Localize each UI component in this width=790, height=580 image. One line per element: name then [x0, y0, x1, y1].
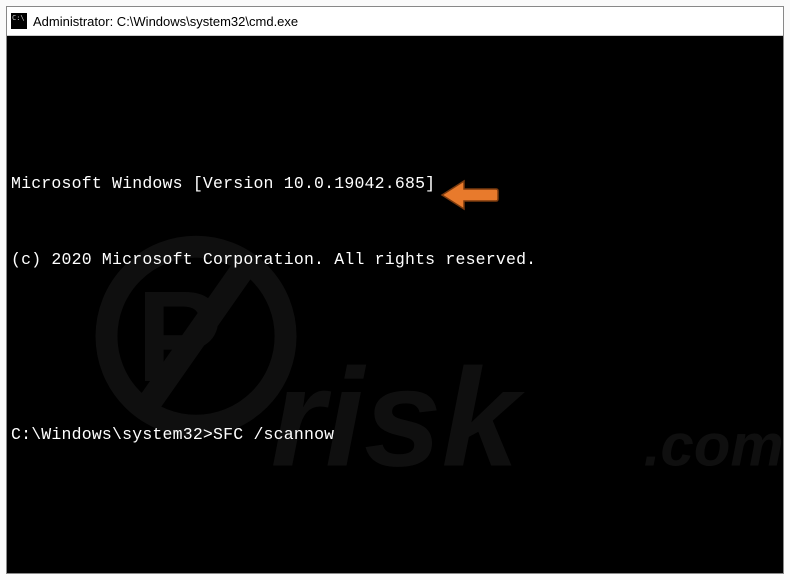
blank-line — [11, 322, 779, 347]
cmd-window: Administrator: C:\Windows\system32\cmd.e… — [6, 6, 784, 574]
typed-command: SFC /scannow — [213, 422, 334, 447]
terminal-line-version: Microsoft Windows [Version 10.0.19042.68… — [11, 171, 779, 196]
prompt-path: C:\Windows\system32> — [11, 422, 213, 447]
prompt-line-1: C:\Windows\system32>SFC /scannow — [11, 422, 779, 447]
terminal-area[interactable]: risk .com P Microsoft Windows [Version 1… — [7, 36, 783, 573]
cmd-icon — [11, 13, 27, 29]
terminal-line-copyright: (c) 2020 Microsoft Corporation. All righ… — [11, 247, 779, 272]
blank-line — [11, 497, 779, 522]
svg-text:risk: risk — [271, 340, 526, 496]
annotation-arrow-icon — [379, 154, 500, 244]
titlebar[interactable]: Administrator: C:\Windows\system32\cmd.e… — [7, 7, 783, 36]
window-title: Administrator: C:\Windows\system32\cmd.e… — [33, 14, 298, 29]
